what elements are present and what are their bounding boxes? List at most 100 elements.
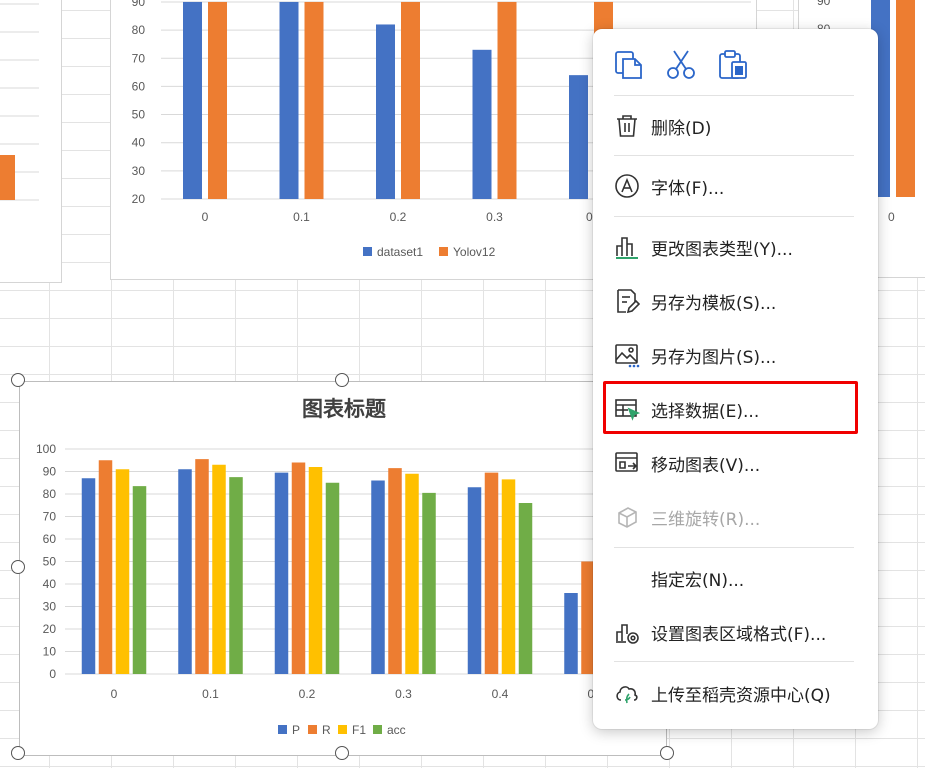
bottom-chart-bar (98, 460, 113, 674)
paste-icon (719, 50, 747, 79)
menu-item-3d-rotation: 三维旋转(R)... (603, 497, 868, 537)
top-chart-y-tick: 20 (132, 192, 146, 206)
menu-item-label: 设置图表区域格式(F)... (651, 624, 827, 645)
bottom-chart-x-tick: 0.1 (202, 687, 219, 701)
top-chart-x-tick: 0.2 (390, 210, 407, 224)
top-chart-bar (401, 1, 420, 200)
top-chart-x-axis: 0 0.1 0.2 0.3 0. (202, 210, 596, 224)
upload-icon (616, 686, 638, 704)
bottom-chart-bar (212, 464, 226, 674)
top-chart-bar (208, 1, 227, 200)
bottom-chart-bar (405, 473, 419, 674)
bottom-chart-x-tick: 0.2 (299, 687, 316, 701)
menu-item-change-chart-type[interactable]: 更改图表类型(Y)... (603, 227, 868, 267)
menu-item-delete[interactable]: 删除(D) (603, 106, 868, 146)
right-chart-x-label: 0 (888, 210, 895, 224)
bottom-chart-x-axis: 00.10.20.30.40. (111, 687, 598, 701)
top-chart-bar (279, 1, 299, 200)
menu-item-label: 三维旋转(R)... (651, 509, 761, 530)
left-chart[interactable] (0, 0, 62, 283)
bottom-chart-bar (518, 503, 533, 674)
font-icon (615, 174, 639, 198)
resize-handle-middle-left[interactable] (11, 560, 25, 574)
menu-separator (614, 661, 854, 662)
menu-item-move-chart[interactable]: 移动图表(V)... (603, 443, 868, 483)
top-chart-y-tick: 40 (132, 136, 146, 150)
menu-separator (614, 547, 854, 548)
trash-icon (617, 115, 637, 137)
highlight-annotation (603, 381, 858, 434)
menu-item-assign-macro[interactable]: 指定宏(N)... (603, 558, 868, 598)
top-chart-y-tick: 60 (132, 79, 146, 93)
bottom-chart-x-tick: 0.3 (395, 687, 412, 701)
bottom-chart-bar (291, 462, 306, 674)
bottom-chart-y-tick: 10 (43, 645, 57, 659)
top-chart-x-tick: 0.3 (486, 210, 503, 224)
resize-handle-top-left[interactable] (11, 373, 25, 387)
save-image-icon (615, 344, 640, 368)
menu-item-label: 字体(F)... (651, 178, 725, 199)
bottom-chart-bar (422, 492, 436, 674)
bottom-chart-y-tick: 60 (43, 532, 57, 546)
context-menu-toolbar (613, 49, 749, 81)
cut-icon (667, 50, 695, 79)
right-chart-bar-orange (896, 0, 915, 197)
bottom-chart-legend: P R F1 acc (278, 723, 406, 737)
top-chart-x-tick: 0 (202, 210, 209, 224)
bottom-chart-y-tick: 90 (43, 465, 57, 479)
menu-item-save-as-template[interactable]: 另存为模板(S)... (603, 281, 868, 321)
menu-item-format-chart-area[interactable]: 设置图表区域格式(F)... (603, 612, 868, 652)
bottom-chart-x-tick: 0 (111, 687, 118, 701)
format-chart-area-icon (616, 624, 639, 644)
legend-swatch-acc (373, 725, 382, 734)
top-chart-bar (376, 24, 395, 199)
menu-item-font[interactable]: 字体(F)... (603, 166, 868, 206)
legend-swatch-dataset1 (363, 247, 372, 256)
resize-handle-bottom-right[interactable] (660, 746, 674, 760)
top-chart-bar (304, 1, 324, 200)
legend-f1: F1 (352, 723, 366, 737)
top-chart-bar (497, 1, 517, 200)
right-chart-tick-90: 90 (817, 0, 831, 8)
bottom-chart-bar (371, 480, 385, 674)
top-chart-bars (183, 1, 613, 200)
bottom-chart[interactable]: 图表标题 0 10 20 30 40 50 60 70 80 90 100 0 0.1 0.2 0.3 0.… (19, 381, 667, 756)
bottom-chart-bar (195, 459, 209, 674)
legend-r: R (322, 723, 331, 737)
resize-handle-bottom-middle[interactable] (335, 746, 349, 760)
menu-item-upload-resource-center[interactable]: 上传至稻壳资源中心(Q) (603, 673, 868, 713)
bottom-chart-y-tick: 40 (43, 577, 57, 591)
bottom-chart-plot: 图表标题 0 10 20 30 40 50 60 70 80 90 100 0 0.1 0.2 0.3 0.… (36, 396, 660, 737)
bottom-chart-bar (388, 468, 402, 674)
bottom-chart-title: 图表标题 (302, 396, 387, 421)
copy-icon (615, 51, 642, 79)
menu-separator (614, 155, 854, 156)
top-chart-y-tick: 80 (132, 23, 146, 37)
bottom-chart-bar (178, 469, 192, 674)
top-chart-y-tick: 70 (132, 51, 146, 65)
copy-button[interactable] (613, 49, 645, 81)
bottom-chart-bar (81, 478, 96, 674)
context-menu: 删除(D) 字体(F)... 更改图表类型(Y)... 另存为模板(S)... … (593, 29, 878, 729)
cut-button[interactable] (665, 49, 697, 81)
paste-button[interactable] (717, 49, 749, 81)
bottom-chart-y-tick: 80 (43, 487, 57, 501)
legend-yolov12: Yolov12 (453, 245, 496, 259)
menu-item-label: 删除(D) (651, 118, 712, 139)
resize-handle-top-middle[interactable] (335, 373, 349, 387)
bottom-chart-y-tick: 0 (49, 667, 56, 681)
bottom-chart-bar (115, 469, 130, 674)
bottom-chart-bars (81, 459, 595, 674)
menu-item-label: 指定宏(N)... (651, 570, 745, 591)
menu-item-save-as-image[interactable]: 另存为图片(S)... (603, 335, 868, 375)
legend-dataset1: dataset1 (377, 245, 423, 259)
menu-item-label: 更改图表类型(Y)... (651, 239, 793, 260)
bottom-chart-bar (308, 467, 323, 674)
legend-swatch-f1 (338, 725, 347, 734)
top-chart-bar (472, 49, 492, 200)
menu-item-label: 另存为图片(S)... (651, 347, 777, 368)
bottom-chart-y-tick: 70 (43, 510, 57, 524)
bottom-chart-bar (501, 479, 516, 674)
top-chart-y-tick: 90 (132, 0, 146, 9)
resize-handle-bottom-left[interactable] (11, 746, 25, 760)
